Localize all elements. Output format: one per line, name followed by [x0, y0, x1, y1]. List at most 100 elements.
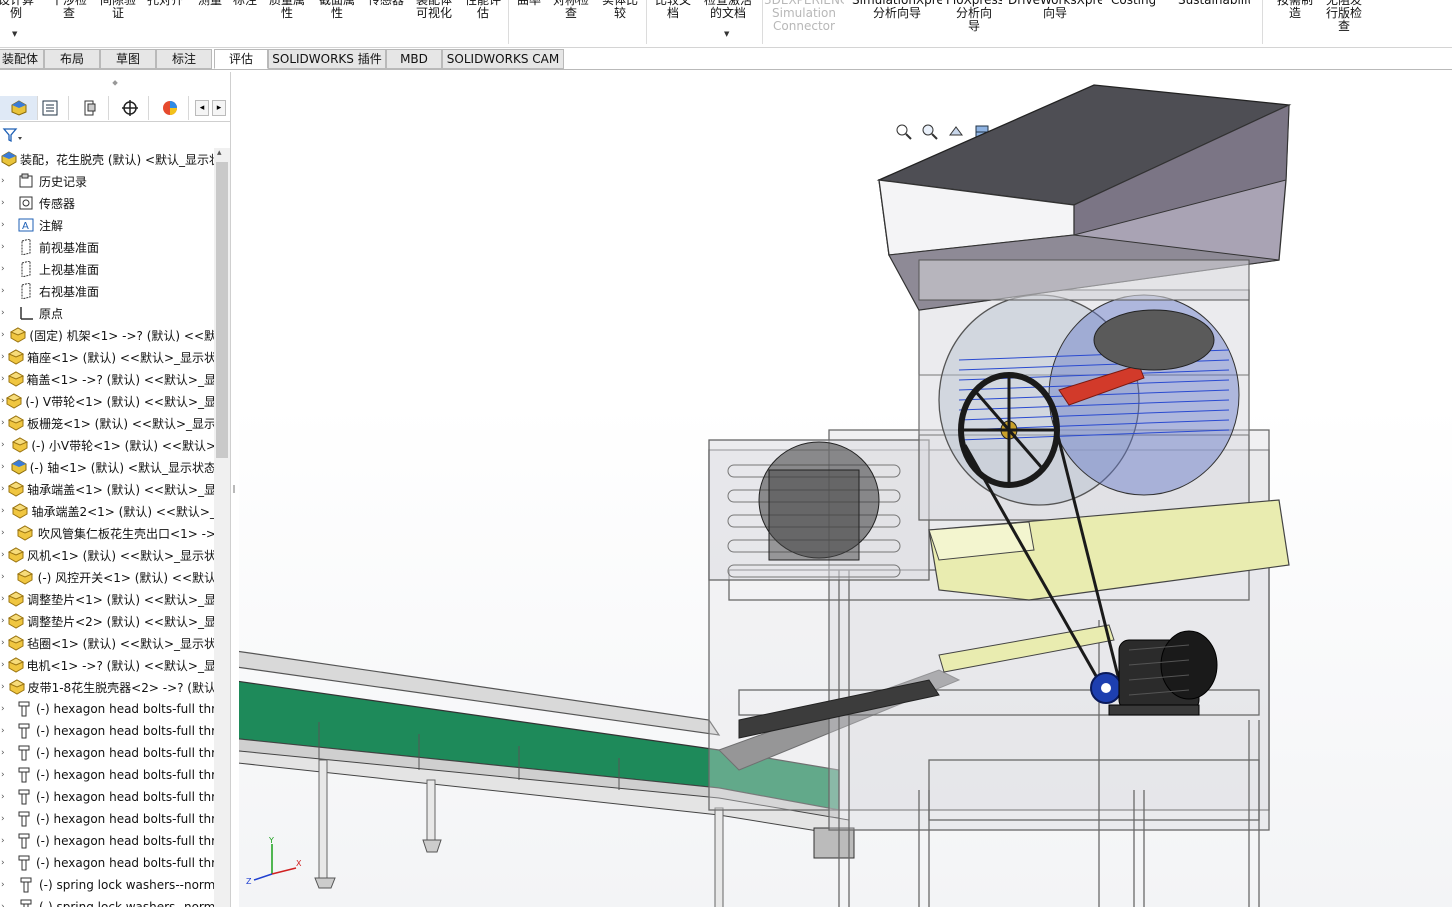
expand-arrow-icon[interactable]: ›: [0, 550, 8, 560]
ribbon-item-16[interactable]: 3DEXPERIENCE Simulation Connector: [764, 0, 844, 33]
expand-arrow-icon[interactable]: ›: [0, 352, 8, 362]
tab-0[interactable]: 装配体: [0, 49, 44, 69]
tree-item[interactable]: › (-) hexagon head bolts-full thr: [0, 720, 216, 742]
tree-item[interactable]: › 右视基准面: [0, 280, 216, 302]
tab-3[interactable]: 标注: [156, 49, 212, 69]
display-manager-tab[interactable]: [151, 96, 189, 120]
tree-item[interactable]: › 历史记录: [0, 170, 216, 192]
tree-item[interactable]: › 电机<1> ->? (默认) <<默认>_显: [0, 654, 216, 676]
tree-item[interactable]: › 毡圈<1> (默认) <<默认>_显示状: [0, 632, 216, 654]
panel-splitter[interactable]: ‖: [231, 72, 239, 907]
dropdown-arrow-icon[interactable]: ▼: [12, 30, 17, 38]
tree-item[interactable]: › (-) hexagon head bolts-full thr: [0, 742, 216, 764]
ribbon-item-0[interactable]: 设计算 例: [0, 0, 36, 20]
ribbon-item-21[interactable]: Sustainability: [1178, 0, 1250, 7]
ribbon-item-13[interactable]: 实体比 较: [598, 0, 642, 20]
expand-arrow-icon[interactable]: ›: [0, 176, 16, 186]
tree-item[interactable]: › 板栅笼<1> (默认) <<默认>_显示: [0, 412, 216, 434]
ribbon-item-2[interactable]: 间隙验 证: [95, 0, 141, 20]
panel-scroll-left-button[interactable]: ◂: [195, 100, 209, 116]
ribbon-item-12[interactable]: 对称检 查: [550, 0, 592, 20]
tree-item[interactable]: › 调整垫片<1> (默认) <<默认>_显: [0, 588, 216, 610]
tree-item[interactable]: › 原点: [0, 302, 216, 324]
peanut-sheller-assembly-model[interactable]: [239, 70, 1452, 907]
ribbon-item-18[interactable]: FloXpress 分析向 导: [946, 0, 1002, 33]
feature-tree-scrollbar[interactable]: ▴: [214, 148, 230, 907]
tree-item[interactable]: › (-) V带轮<1> (默认) <<默认>_显: [0, 390, 216, 412]
ribbon-item-15[interactable]: 检查激活 的文档: [700, 0, 756, 20]
tree-item[interactable]: › (-) hexagon head bolts-full thr: [0, 786, 216, 808]
expand-arrow-icon[interactable]: ›: [0, 594, 8, 604]
ribbon-item-8[interactable]: 传感器: [366, 0, 406, 7]
tree-item[interactable]: › (-) spring lock washers--norm: [0, 874, 216, 896]
expand-arrow-icon[interactable]: ›: [0, 440, 12, 450]
ribbon-item-10[interactable]: 性能评 估: [462, 0, 504, 20]
expand-arrow-icon[interactable]: ›: [0, 792, 15, 802]
expand-arrow-icon[interactable]: ›: [0, 418, 8, 428]
panel-grip[interactable]: ⬥: [0, 78, 230, 88]
fan-housing[interactable]: [708, 439, 930, 581]
tree-item[interactable]: › (-) hexagon head bolts-full thr: [0, 852, 216, 874]
tab-7[interactable]: SOLIDWORKS CAM: [442, 49, 564, 69]
tree-item[interactable]: › 皮带1-8花生脱壳器<2> ->? (默认: [0, 676, 216, 698]
ribbon-item-9[interactable]: 装配体 可视化: [412, 0, 456, 20]
expand-arrow-icon[interactable]: ›: [0, 660, 8, 670]
configuration-manager-tab[interactable]: [71, 96, 109, 120]
ribbon-item-11[interactable]: 曲率: [514, 0, 544, 7]
tree-item[interactable]: › 传感器: [0, 192, 216, 214]
ribbon-item-22[interactable]: 按需制 造: [1272, 0, 1318, 20]
expand-arrow-icon[interactable]: ›: [0, 242, 16, 252]
ribbon-item-14[interactable]: 比较文 档: [651, 0, 695, 20]
graphics-area[interactable]: ▾▾▾▾▾: [239, 70, 1452, 907]
ribbon-item-7[interactable]: 截面属 性: [316, 0, 358, 20]
ribbon-item-3[interactable]: 孔对齐: [146, 0, 184, 7]
expand-arrow-icon[interactable]: ›: [0, 330, 10, 340]
feed-hopper[interactable]: [876, 84, 1292, 311]
tree-root-assembly[interactable]: 装配，花生脱壳 (默认) <默认_显示状: [0, 148, 216, 170]
tree-item[interactable]: › 吹风管集仁板花生壳出口<1> ->: [0, 522, 216, 544]
expand-arrow-icon[interactable]: ›: [0, 704, 15, 714]
ribbon-item-17[interactable]: SimulationXpress 分析向导: [852, 0, 942, 20]
tree-item[interactable]: › 轴承端盖<1> (默认) <<默认>_显: [0, 478, 216, 500]
tree-item[interactable]: › 箱盖<1> ->? (默认) <<默认>_显: [0, 368, 216, 390]
tab-5[interactable]: SOLIDWORKS 插件: [268, 49, 386, 69]
expand-arrow-icon[interactable]: ›: [0, 528, 16, 538]
tree-item[interactable]: › A 注解: [0, 214, 216, 236]
expand-arrow-icon[interactable]: ›: [0, 770, 15, 780]
tree-item[interactable]: › (-) 小V带轮<1> (默认) <<默认>: [0, 434, 216, 456]
tree-item[interactable]: › 轴承端盖2<1> (默认) <<默认>_: [0, 500, 216, 522]
tab-1[interactable]: 布局: [44, 49, 100, 69]
ribbon-item-19[interactable]: DriveWorksXpress 向导: [1008, 0, 1102, 20]
tree-item[interactable]: › 风机<1> (默认) <<默认>_显示状: [0, 544, 216, 566]
expand-arrow-icon[interactable]: ›: [0, 726, 15, 736]
ribbon-item-1[interactable]: 干涉检 查: [50, 0, 88, 20]
tree-item[interactable]: › (-) 轴<1> (默认) <默认_显示状态: [0, 456, 216, 478]
expand-arrow-icon[interactable]: ›: [0, 198, 16, 208]
tree-item[interactable]: › 箱座<1> (默认) <<默认>_显示状: [0, 346, 216, 368]
tab-6[interactable]: MBD: [386, 49, 442, 69]
ribbon-item-5[interactable]: 标注: [230, 0, 260, 7]
tree-item[interactable]: › 调整垫片<2> (默认) <<默认>_显: [0, 610, 216, 632]
expand-arrow-icon[interactable]: ›: [0, 572, 15, 582]
expand-arrow-icon[interactable]: ›: [0, 902, 16, 907]
expand-arrow-icon[interactable]: ›: [0, 836, 15, 846]
filter-button[interactable]: [2, 126, 26, 146]
ribbon-item-20[interactable]: Costing: [1111, 0, 1155, 7]
expand-arrow-icon[interactable]: ›: [0, 308, 16, 318]
tree-item[interactable]: › (-) hexagon head bolts-full thr: [0, 764, 216, 786]
expand-arrow-icon[interactable]: ›: [0, 264, 16, 274]
tree-item[interactable]: › (-) hexagon head bolts-full thr: [0, 830, 216, 852]
scroll-up-arrow[interactable]: ▴: [217, 148, 222, 158]
ribbon-item-6[interactable]: 质量属 性: [266, 0, 308, 20]
expand-arrow-icon[interactable]: ›: [0, 374, 8, 384]
property-manager-tab[interactable]: [31, 96, 69, 120]
tree-item[interactable]: › 上视基准面: [0, 258, 216, 280]
tab-2[interactable]: 草图: [100, 49, 156, 69]
expand-arrow-icon[interactable]: ›: [0, 484, 8, 494]
ribbon-item-23[interactable]: 无阻发 行版检 查: [1322, 0, 1366, 33]
tree-item[interactable]: › (-) hexagon head bolts-full thr: [0, 698, 216, 720]
expand-arrow-icon[interactable]: ›: [0, 506, 12, 516]
expand-arrow-icon[interactable]: ›: [0, 748, 15, 758]
tree-item[interactable]: › (-) hexagon head bolts-full thr: [0, 808, 216, 830]
scrollbar-thumb[interactable]: [216, 162, 228, 458]
